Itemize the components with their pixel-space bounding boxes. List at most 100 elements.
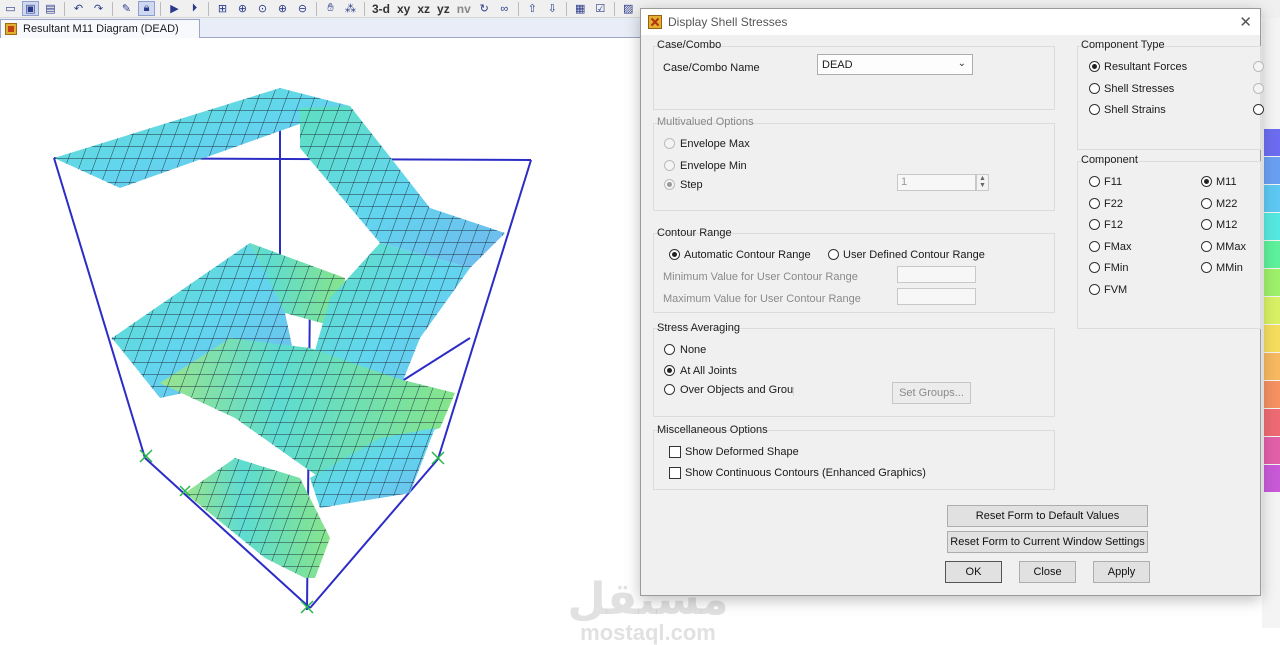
component-m11-radio[interactable] [1201,176,1212,187]
dialog-titlebar[interactable]: Display Shell Stresses ✕ [641,9,1260,35]
run-icon[interactable]: ▶ [166,1,183,16]
close-icon[interactable]: ✕ [1239,13,1252,31]
shell-stresses-radio[interactable] [1089,83,1100,94]
max-contour-input[interactable] [897,288,976,305]
rotate-icon[interactable]: ↻ [476,1,493,16]
component-title: Component [1081,154,1138,166]
model-viewport[interactable]: مستقل mostaql.com [0,38,728,644]
legend-swatch [1264,185,1280,212]
check-icon[interactable]: ☑ [592,1,609,16]
chevron-down-icon: ⌄ [957,58,966,69]
zoom-out-icon[interactable]: ⊖ [294,1,311,16]
automatic-contour-radio[interactable] [669,249,680,260]
apply-button[interactable]: Apply [1093,561,1150,583]
shell-stress-contour-drawing [53,88,532,614]
zoom-window-icon[interactable]: ⊞ [214,1,231,16]
spin-down-icon[interactable]: ▼ [977,182,988,189]
show-deformed-checkbox[interactable] [669,446,681,458]
extra-type-radio-3[interactable] [1253,104,1264,115]
envelope-min-label: Envelope Min [680,160,747,172]
envelope-max-radio[interactable] [664,138,675,149]
sap-logo-icon [5,23,17,35]
legend-swatch [1264,157,1280,184]
component-fmax-radio[interactable] [1089,240,1100,252]
component-f22-radio[interactable] [1089,197,1100,209]
redo-icon[interactable]: ↷ [90,1,107,16]
component-f12-label: F12 [1104,219,1123,232]
pan-hand-icon[interactable]: ✋︎ [322,1,339,16]
misc-options-title: Miscellaneous Options [657,424,768,436]
legend-swatch [1264,269,1280,296]
stress-averaging-title: Stress Averaging [657,322,740,334]
shell-strains-radio[interactable] [1089,104,1100,115]
main-toolbar: ▭ ▣ ▤ ↶ ↷ ✎ 🔒︎ ▶ ⏵ ⊞ ⊕ ⊙ ⊕ ⊖ ✋︎ ⁂ 3-d xy… [0,0,640,18]
legend-swatch [1264,381,1280,408]
lock-icon[interactable]: 🔒︎ [138,1,155,16]
component-f11-label: F11 [1104,176,1123,188]
step-spinner[interactable]: ▲ ▼ [976,174,989,191]
set-groups-button[interactable]: Set Groups... [892,382,971,404]
envelope-min-radio[interactable] [664,160,675,171]
legend-swatch [1264,241,1280,268]
move-down-icon[interactable]: ⇩ [544,1,561,16]
spin-up-icon[interactable]: ▲ [977,175,988,182]
legend-swatch [1264,297,1280,324]
view-yz-button[interactable]: yz [435,1,452,16]
averaging-none-radio[interactable] [664,344,675,355]
legend-swatch [1264,409,1280,436]
contour-range-title: Contour Range [657,227,732,239]
reset-default-button[interactable]: Reset Form to Default Values [947,505,1148,527]
component-fmax-label: FMax [1104,240,1132,253]
viewport-tab[interactable]: Resultant M11 Diagram (DEAD) [0,19,200,38]
step-radio[interactable] [664,179,675,190]
toolbar-separator [517,1,519,16]
show-deformed-label: Show Deformed Shape [685,446,799,458]
step-input[interactable]: 1 [897,174,976,191]
walk-icon[interactable]: ⁂ [342,1,359,16]
save-icon[interactable]: ▣ [22,1,39,16]
averaging-all-joints-radio[interactable] [664,365,675,376]
dialog-title: Display Shell Stresses [668,15,788,29]
view-nv-button[interactable]: nv [455,1,473,16]
close-button[interactable]: Close [1019,561,1076,583]
show-continuous-checkbox[interactable] [669,467,681,479]
component-m22-radio[interactable] [1201,197,1212,209]
min-contour-input[interactable] [897,266,976,283]
move-up-icon[interactable]: ⇧ [524,1,541,16]
envelope-max-label: Envelope Max [680,138,750,150]
pencil-icon[interactable]: ✎ [118,1,135,16]
zoom-previous-icon[interactable]: ⊙ [254,1,271,16]
view-xy-button[interactable]: xy [395,1,412,16]
grid-icon[interactable]: ▦ [572,1,589,16]
case-combo-dropdown[interactable]: DEAD ⌄ [817,54,973,75]
case-combo-title: Case/Combo [657,39,722,51]
view-xz-button[interactable]: xz [415,1,432,16]
toolbar-separator [160,1,161,16]
view-3d-button[interactable]: 3-d [370,1,392,16]
new-model-icon[interactable]: ▭ [2,1,19,16]
extra-type-radio-1[interactable] [1253,61,1264,72]
averaging-all-joints-label: At All Joints [680,365,737,377]
sap-app-icon [648,15,662,29]
user-defined-contour-radio[interactable] [828,249,839,260]
run-all-icon[interactable]: ⏵ [186,1,203,16]
resultant-forces-radio[interactable] [1089,61,1100,72]
case-combo-name-label: Case/Combo Name [663,62,760,74]
save-as-icon[interactable]: ▤ [42,1,59,16]
display-options-icon[interactable]: ▨ [620,1,637,16]
zoom-extents-icon[interactable]: ⊕ [234,1,251,16]
zoom-in-icon[interactable]: ⊕ [274,1,291,16]
extra-type-radio-2[interactable] [1253,83,1264,94]
perspective-icon[interactable]: ∞ [496,1,513,16]
ok-button[interactable]: OK [945,561,1002,583]
undo-icon[interactable]: ↶ [70,1,87,16]
min-contour-label: Minimum Value for User Contour Range [663,271,858,283]
reset-window-button[interactable]: Reset Form to Current Window Settings [947,531,1148,553]
legend-swatch [1264,353,1280,380]
component-f11-radio[interactable] [1089,176,1100,187]
component-type-title: Component Type [1081,39,1165,51]
component-mmax-radio[interactable] [1201,240,1212,252]
averaging-objects-groups-radio[interactable] [664,384,675,395]
component-fvm-radio[interactable] [1089,284,1100,295]
component-mmin-label: MMin [1216,262,1243,275]
